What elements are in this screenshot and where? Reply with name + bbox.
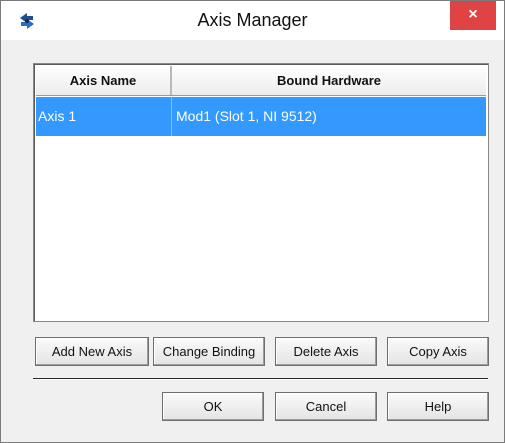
column-header-axis-name[interactable]: Axis Name (36, 66, 172, 95)
axis-list-body[interactable]: Axis 1 Mod1 (Slot 1, NI 9512) (36, 97, 486, 319)
table-row[interactable]: Axis 1 Mod1 (Slot 1, NI 9512) (36, 97, 486, 136)
axis-manager-dialog: Axis Manager × Axis Name Bound Hardware … (0, 0, 505, 443)
close-icon: × (468, 6, 478, 23)
close-button[interactable]: × (450, 1, 496, 30)
title-bar[interactable]: Axis Manager × (1, 1, 504, 40)
axis-list[interactable]: Axis Name Bound Hardware Axis 1 Mod1 (Sl… (33, 63, 489, 322)
cell-bound-hardware[interactable]: Mod1 (Slot 1, NI 9512) (172, 97, 486, 136)
ok-button[interactable]: OK (162, 392, 264, 421)
cell-axis-name[interactable]: Axis 1 (36, 97, 172, 136)
change-binding-button[interactable]: Change Binding (153, 337, 265, 366)
delete-axis-button[interactable]: Delete Axis (275, 337, 377, 366)
cancel-button[interactable]: Cancel (275, 392, 377, 421)
copy-axis-button[interactable]: Copy Axis (387, 337, 489, 366)
dialog-title: Axis Manager (197, 10, 308, 30)
add-new-axis-button[interactable]: Add New Axis (35, 337, 149, 366)
column-header-bound-hardware[interactable]: Bound Hardware (172, 66, 486, 95)
axis-list-header: Axis Name Bound Hardware (36, 66, 486, 96)
separator-line (33, 378, 488, 380)
help-button[interactable]: Help (387, 392, 489, 421)
